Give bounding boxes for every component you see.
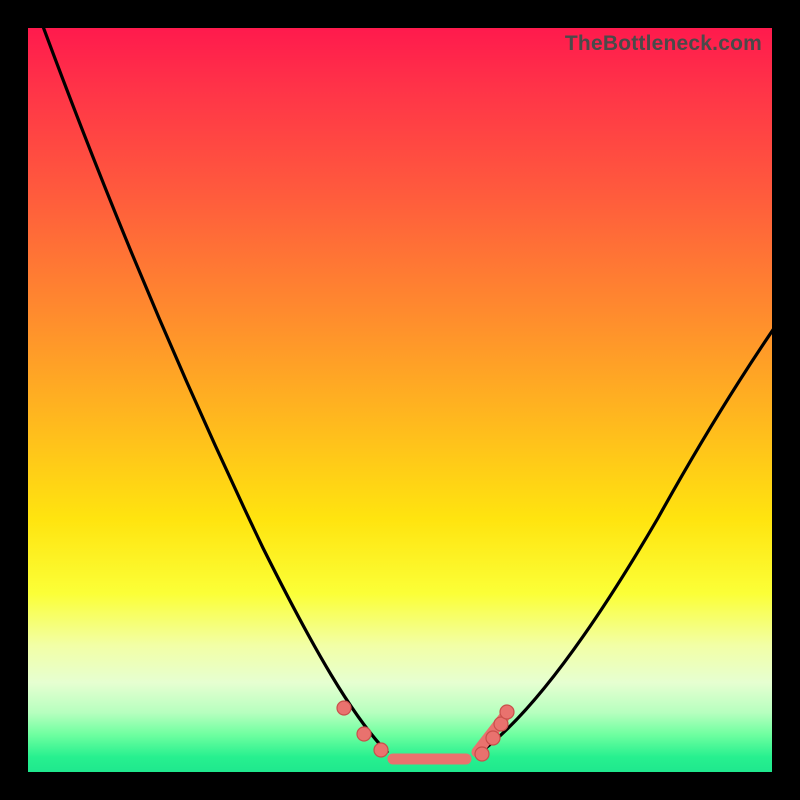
- marker-dot: [374, 743, 388, 757]
- chart-svg: [28, 28, 772, 772]
- curve-left: [38, 28, 388, 753]
- marker-dot: [486, 731, 500, 745]
- chart-area: TheBottleneck.com: [28, 28, 772, 772]
- marker-dot: [337, 701, 351, 715]
- marker-dot: [500, 705, 514, 719]
- curve-right: [478, 308, 772, 754]
- marker-dot: [357, 727, 371, 741]
- marker-dot: [475, 747, 489, 761]
